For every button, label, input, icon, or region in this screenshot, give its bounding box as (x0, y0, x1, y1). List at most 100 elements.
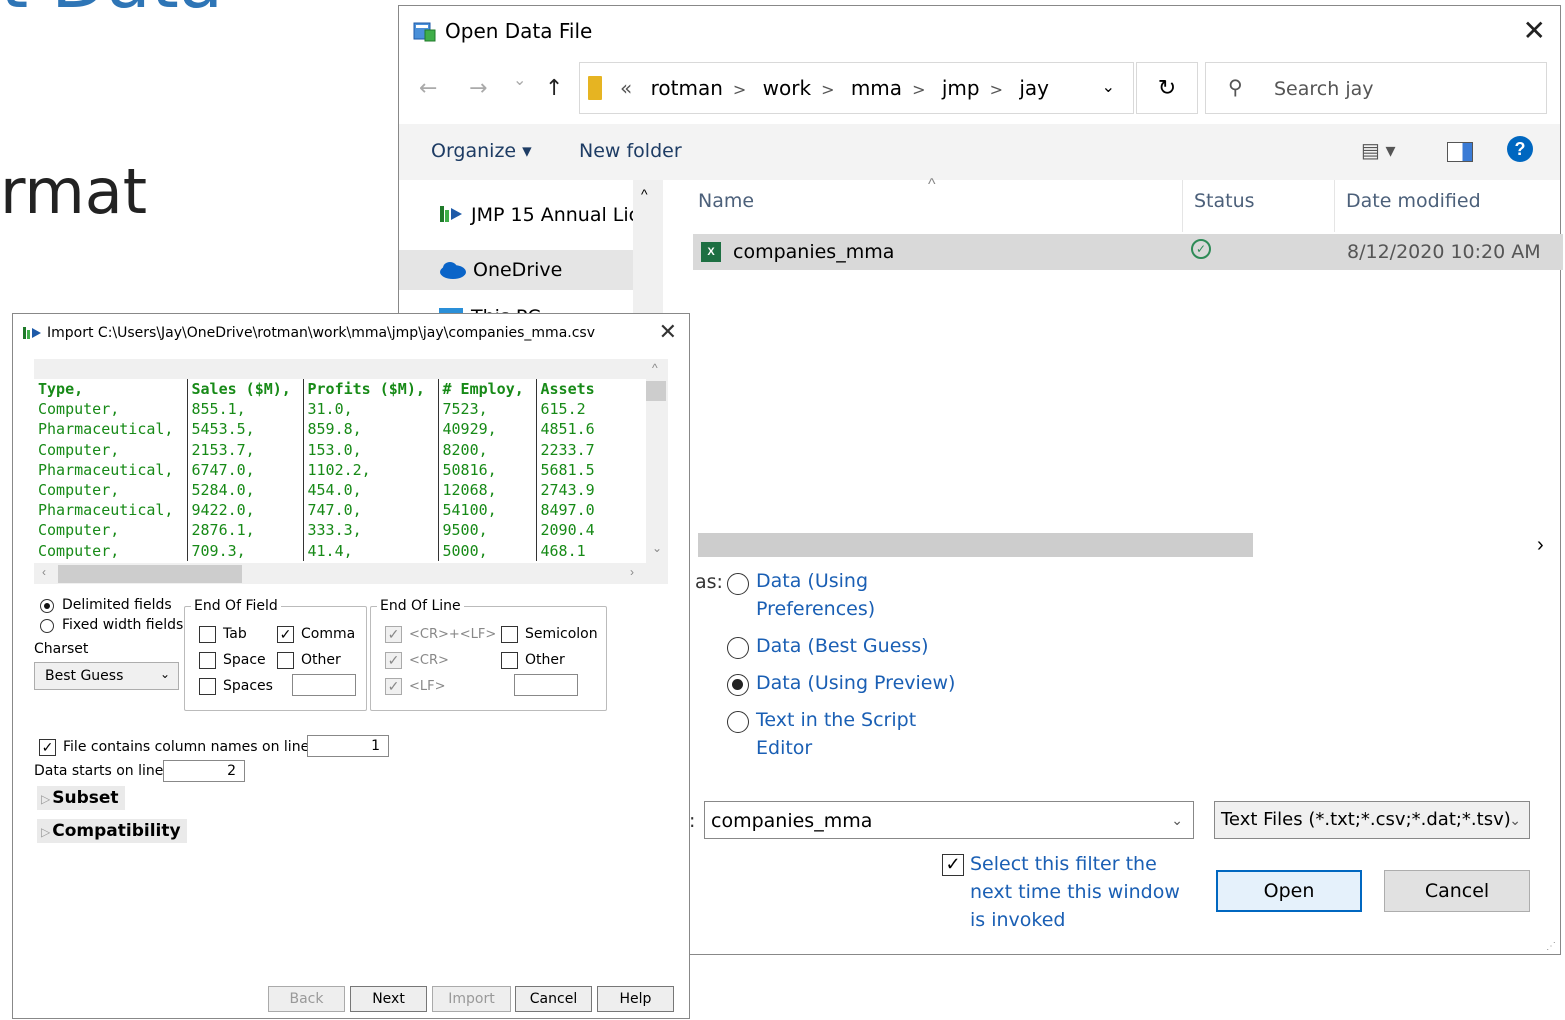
horizontal-scroll-thumb[interactable] (58, 565, 242, 583)
cr-checkbox[interactable]: ✓ (385, 652, 402, 669)
back-arrow-icon[interactable]: ← (419, 76, 437, 101)
column-header-status[interactable]: Status (1194, 190, 1255, 212)
charset-select[interactable]: Best Guess ⌄ (34, 662, 179, 690)
breadcrumb-overflow[interactable]: « (620, 76, 632, 100)
organize-button[interactable]: Organize ▾ (431, 140, 532, 162)
forward-arrow-icon[interactable]: → (469, 76, 487, 101)
chevron-down-icon[interactable]: ⌄ (1102, 77, 1115, 97)
search-input[interactable]: ⚲ Search jay (1205, 62, 1547, 114)
filename-value: companies_mma (711, 810, 873, 832)
breadcrumb-item-work[interactable]: work (763, 76, 811, 100)
close-icon[interactable]: ✕ (1523, 14, 1546, 47)
select-filter-label[interactable]: Select this filter the next time this wi… (970, 850, 1200, 934)
resize-grip-icon[interactable]: ⋰ (1546, 941, 1556, 952)
breadcrumb: « rotman > work > mma > jmp > jay (620, 76, 1049, 100)
preview-pane-icon[interactable] (1447, 142, 1473, 162)
option-label[interactable]: Data (Best Guess) (756, 635, 929, 657)
option-label[interactable]: Data (Using Preview) (756, 672, 955, 694)
fixed-width-fields-label[interactable]: Fixed width fields (62, 617, 183, 633)
column-names-checkbox[interactable]: ✓ (39, 739, 56, 756)
semicolon-label[interactable]: Semicolon (525, 626, 598, 642)
spaces-label[interactable]: Spaces (223, 678, 273, 694)
back-button[interactable]: Back (268, 986, 345, 1012)
view-options-icon[interactable]: ▤ ▾ (1361, 138, 1396, 163)
column-names-line-input[interactable]: 1 (307, 735, 389, 757)
up-arrow-icon[interactable]: ↑ (545, 76, 563, 101)
radio-text-in-script-editor[interactable] (727, 711, 749, 733)
preview-table: Type, Sales ($M), Profits ($M), # Employ… (34, 379, 626, 561)
option-label[interactable]: Editor (756, 737, 812, 759)
cancel-button[interactable]: Cancel (515, 986, 592, 1012)
new-folder-button[interactable]: New folder (579, 140, 682, 162)
semicolon-checkbox[interactable] (501, 626, 518, 643)
vertical-scroll-thumb[interactable] (646, 381, 666, 401)
file-row[interactable]: X companies_mma ✓ 8/12/2020 10:20 AM (693, 234, 1563, 270)
scroll-left-icon[interactable]: ‹ (42, 565, 46, 579)
chevron-down-icon[interactable]: ⌄ (1171, 812, 1183, 829)
open-button[interactable]: Open (1216, 870, 1362, 912)
horizontal-scrollbar-thumb[interactable] (698, 533, 1253, 557)
radio-data-best-guess[interactable] (727, 637, 749, 659)
chevron-right-icon: > (989, 80, 1003, 99)
nav-item-onedrive[interactable]: OneDrive (399, 250, 633, 290)
select-filter-checkbox[interactable]: ✓ (942, 854, 964, 876)
radio-fixed-width-fields[interactable] (40, 619, 54, 633)
filename-field[interactable]: companies_mma ⌄ (704, 801, 1194, 839)
other-field-input[interactable] (292, 674, 356, 696)
radio-delimited-fields[interactable] (40, 599, 54, 613)
lf-label[interactable]: <LF> (409, 679, 446, 694)
cr-label[interactable]: <CR> (409, 653, 449, 668)
other-line-label[interactable]: Other (525, 652, 565, 668)
scroll-right-icon[interactable]: › (630, 565, 634, 579)
radio-data-using-preview[interactable] (727, 674, 749, 696)
recent-locations-icon[interactable]: ⌄ (513, 70, 526, 89)
breadcrumb-item-jay[interactable]: jay (1019, 76, 1049, 100)
help-button[interactable]: Help (597, 986, 674, 1012)
option-label[interactable]: Preferences) (756, 598, 875, 620)
scroll-right-icon[interactable]: › (1537, 534, 1544, 557)
other-field-checkbox[interactable] (277, 652, 294, 669)
crlf-label[interactable]: <CR>+<LF> (409, 627, 496, 642)
nav-item-jmp[interactable]: JMP 15 Annual Lic (399, 196, 639, 236)
scroll-up-icon[interactable]: ^ (641, 186, 648, 202)
refresh-button[interactable]: ↻ (1136, 62, 1198, 114)
synced-status-icon: ✓ (1191, 239, 1211, 259)
delimited-fields-label[interactable]: Delimited fields (62, 597, 172, 613)
data-starts-line-input[interactable]: 2 (163, 760, 245, 782)
subset-disclosure[interactable]: ▷ Subset (37, 786, 125, 810)
scroll-up-icon[interactable]: ^ (652, 361, 658, 375)
column-header-name[interactable]: Name (698, 190, 754, 212)
tab-checkbox[interactable] (199, 626, 216, 643)
breadcrumb-item-rotman[interactable]: rotman (651, 76, 723, 100)
preview-cell: Computer, (38, 481, 120, 500)
nav-scrollbar[interactable]: ^ (633, 180, 663, 330)
file-type-select[interactable]: Text Files (*.txt;*.csv;*.dat;*.tsv) ⌄ (1214, 801, 1530, 839)
option-label[interactable]: Text in the Script (756, 709, 916, 731)
breadcrumb-item-mma[interactable]: mma (851, 76, 902, 100)
comma-label[interactable]: Comma (301, 626, 355, 642)
compatibility-disclosure[interactable]: ▷ Compatibility (37, 819, 187, 843)
breadcrumb-item-jmp[interactable]: jmp (942, 76, 980, 100)
lf-checkbox[interactable]: ✓ (385, 678, 402, 695)
radio-data-using-preferences[interactable] (727, 573, 749, 595)
help-icon[interactable]: ? (1507, 136, 1533, 162)
column-names-label[interactable]: File contains column names on line: (63, 739, 314, 755)
other-line-checkbox[interactable] (501, 652, 518, 669)
import-button[interactable]: Import (432, 986, 511, 1012)
other-field-label[interactable]: Other (301, 652, 341, 668)
cancel-button[interactable]: Cancel (1384, 870, 1530, 912)
preview-cell: 2090.4 (535, 520, 626, 541)
close-icon[interactable]: ✕ (659, 320, 677, 345)
comma-checkbox[interactable]: ✓ (277, 626, 294, 643)
space-checkbox[interactable] (199, 652, 216, 669)
other-line-input[interactable] (514, 674, 578, 696)
tab-label[interactable]: Tab (223, 626, 247, 642)
spaces-checkbox[interactable] (199, 678, 216, 695)
column-header-date[interactable]: Date modified (1346, 190, 1481, 212)
next-button[interactable]: Next (350, 986, 427, 1012)
crlf-checkbox[interactable]: ✓ (385, 626, 402, 643)
option-label[interactable]: Data (Using (756, 570, 868, 592)
space-label[interactable]: Space (223, 652, 266, 668)
scroll-down-icon[interactable]: ⌄ (652, 541, 662, 555)
address-bar[interactable]: « rotman > work > mma > jmp > jay ⌄ (579, 62, 1134, 114)
